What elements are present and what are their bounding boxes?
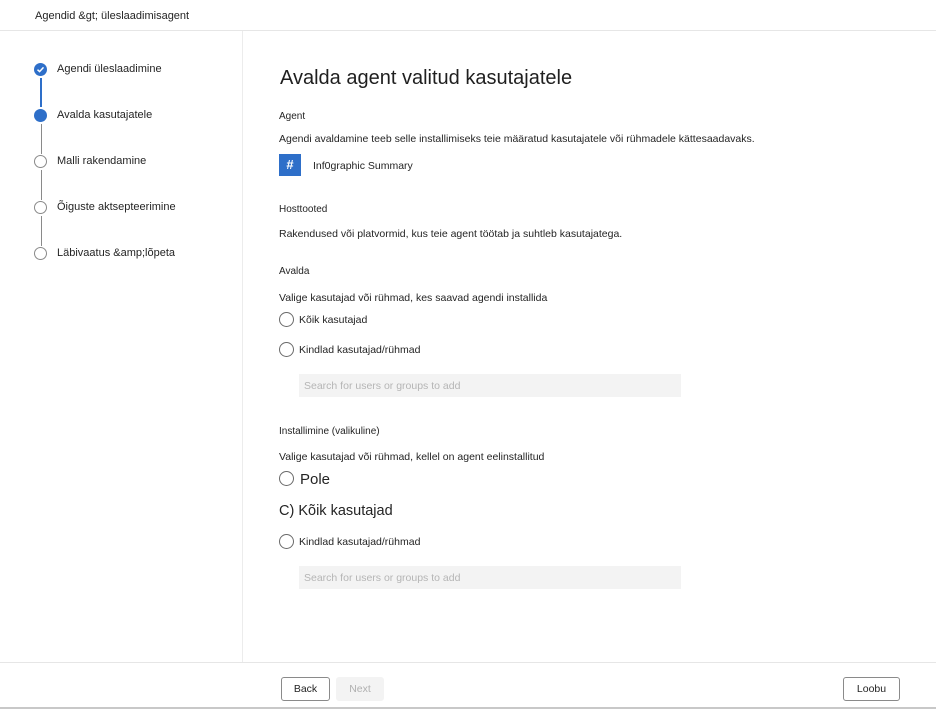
step-label: Avalda kasutajatele	[57, 109, 153, 121]
top-bar: Agendid &gt; üleslaadimisagent	[0, 0, 936, 31]
publish-section-label: Avalda	[279, 266, 310, 277]
radio-button[interactable]	[279, 342, 294, 357]
step-label: Malli rakendamine	[57, 155, 147, 167]
agent-description: Agendi avaldamine teeb selle installimis…	[279, 133, 755, 145]
step-connector	[40, 170, 42, 200]
step-label: Läbivaatus &amp;lõpeta	[57, 247, 176, 259]
hashtag-icon: #	[279, 154, 301, 176]
breadcrumb[interactable]: Agendid &gt; üleslaadimisagent	[35, 10, 189, 22]
install-all-users-option[interactable]: C) Kõik kasutajad	[279, 503, 393, 519]
wizard-steps-sidebar: Agendi üleslaadimine Avalda kasutajatele…	[0, 31, 243, 662]
step-label: Agendi üleslaadimine	[57, 63, 162, 75]
hosts-section-label: Hosttooted	[279, 204, 328, 215]
publish-search-input[interactable]	[299, 374, 681, 397]
radio-button[interactable]	[279, 471, 294, 486]
step-connector	[40, 78, 42, 107]
pending-step-icon	[34, 201, 47, 214]
page-title: Avalda agent valitud kasutajatele	[280, 67, 573, 89]
hosts-description: Rakendused või platvormid, kus teie agen…	[279, 228, 623, 240]
checkmark-icon	[34, 63, 47, 76]
radio-label: Kindlad kasutajad/rühmad	[299, 344, 421, 356]
radio-label: Pole	[300, 471, 331, 488]
install-search-input[interactable]	[299, 566, 681, 589]
step-connector	[40, 216, 42, 246]
install-description: Valige kasutajad või rühmad, kellel on a…	[279, 451, 545, 463]
main-content: Avalda agent valitud kasutajatele Agent …	[243, 31, 936, 662]
next-button[interactable]: Next	[336, 677, 384, 701]
agent-section-label: Agent	[279, 111, 306, 122]
radio-button[interactable]	[279, 534, 294, 549]
pending-step-icon	[34, 247, 47, 260]
install-section-label: Installimine (valikuline)	[279, 426, 380, 437]
step-connector	[40, 124, 42, 154]
current-step-icon	[34, 109, 47, 122]
publish-description: Valige kasutajad või rühmad, kes saavad …	[279, 292, 548, 304]
radio-label: Kõik kasutajad	[299, 314, 368, 326]
radio-label: Kindlad kasutajad/rühmad	[299, 536, 421, 548]
back-button[interactable]: Back	[281, 677, 330, 701]
pending-step-icon	[34, 155, 47, 168]
agent-name: Inf0graphic Summary	[313, 160, 413, 172]
cancel-button[interactable]: Loobu	[843, 677, 900, 701]
footer-bar: Back Next Loobu	[0, 662, 936, 709]
step-label: Õiguste aktsepteerimine	[57, 201, 176, 213]
radio-button[interactable]	[279, 312, 294, 327]
